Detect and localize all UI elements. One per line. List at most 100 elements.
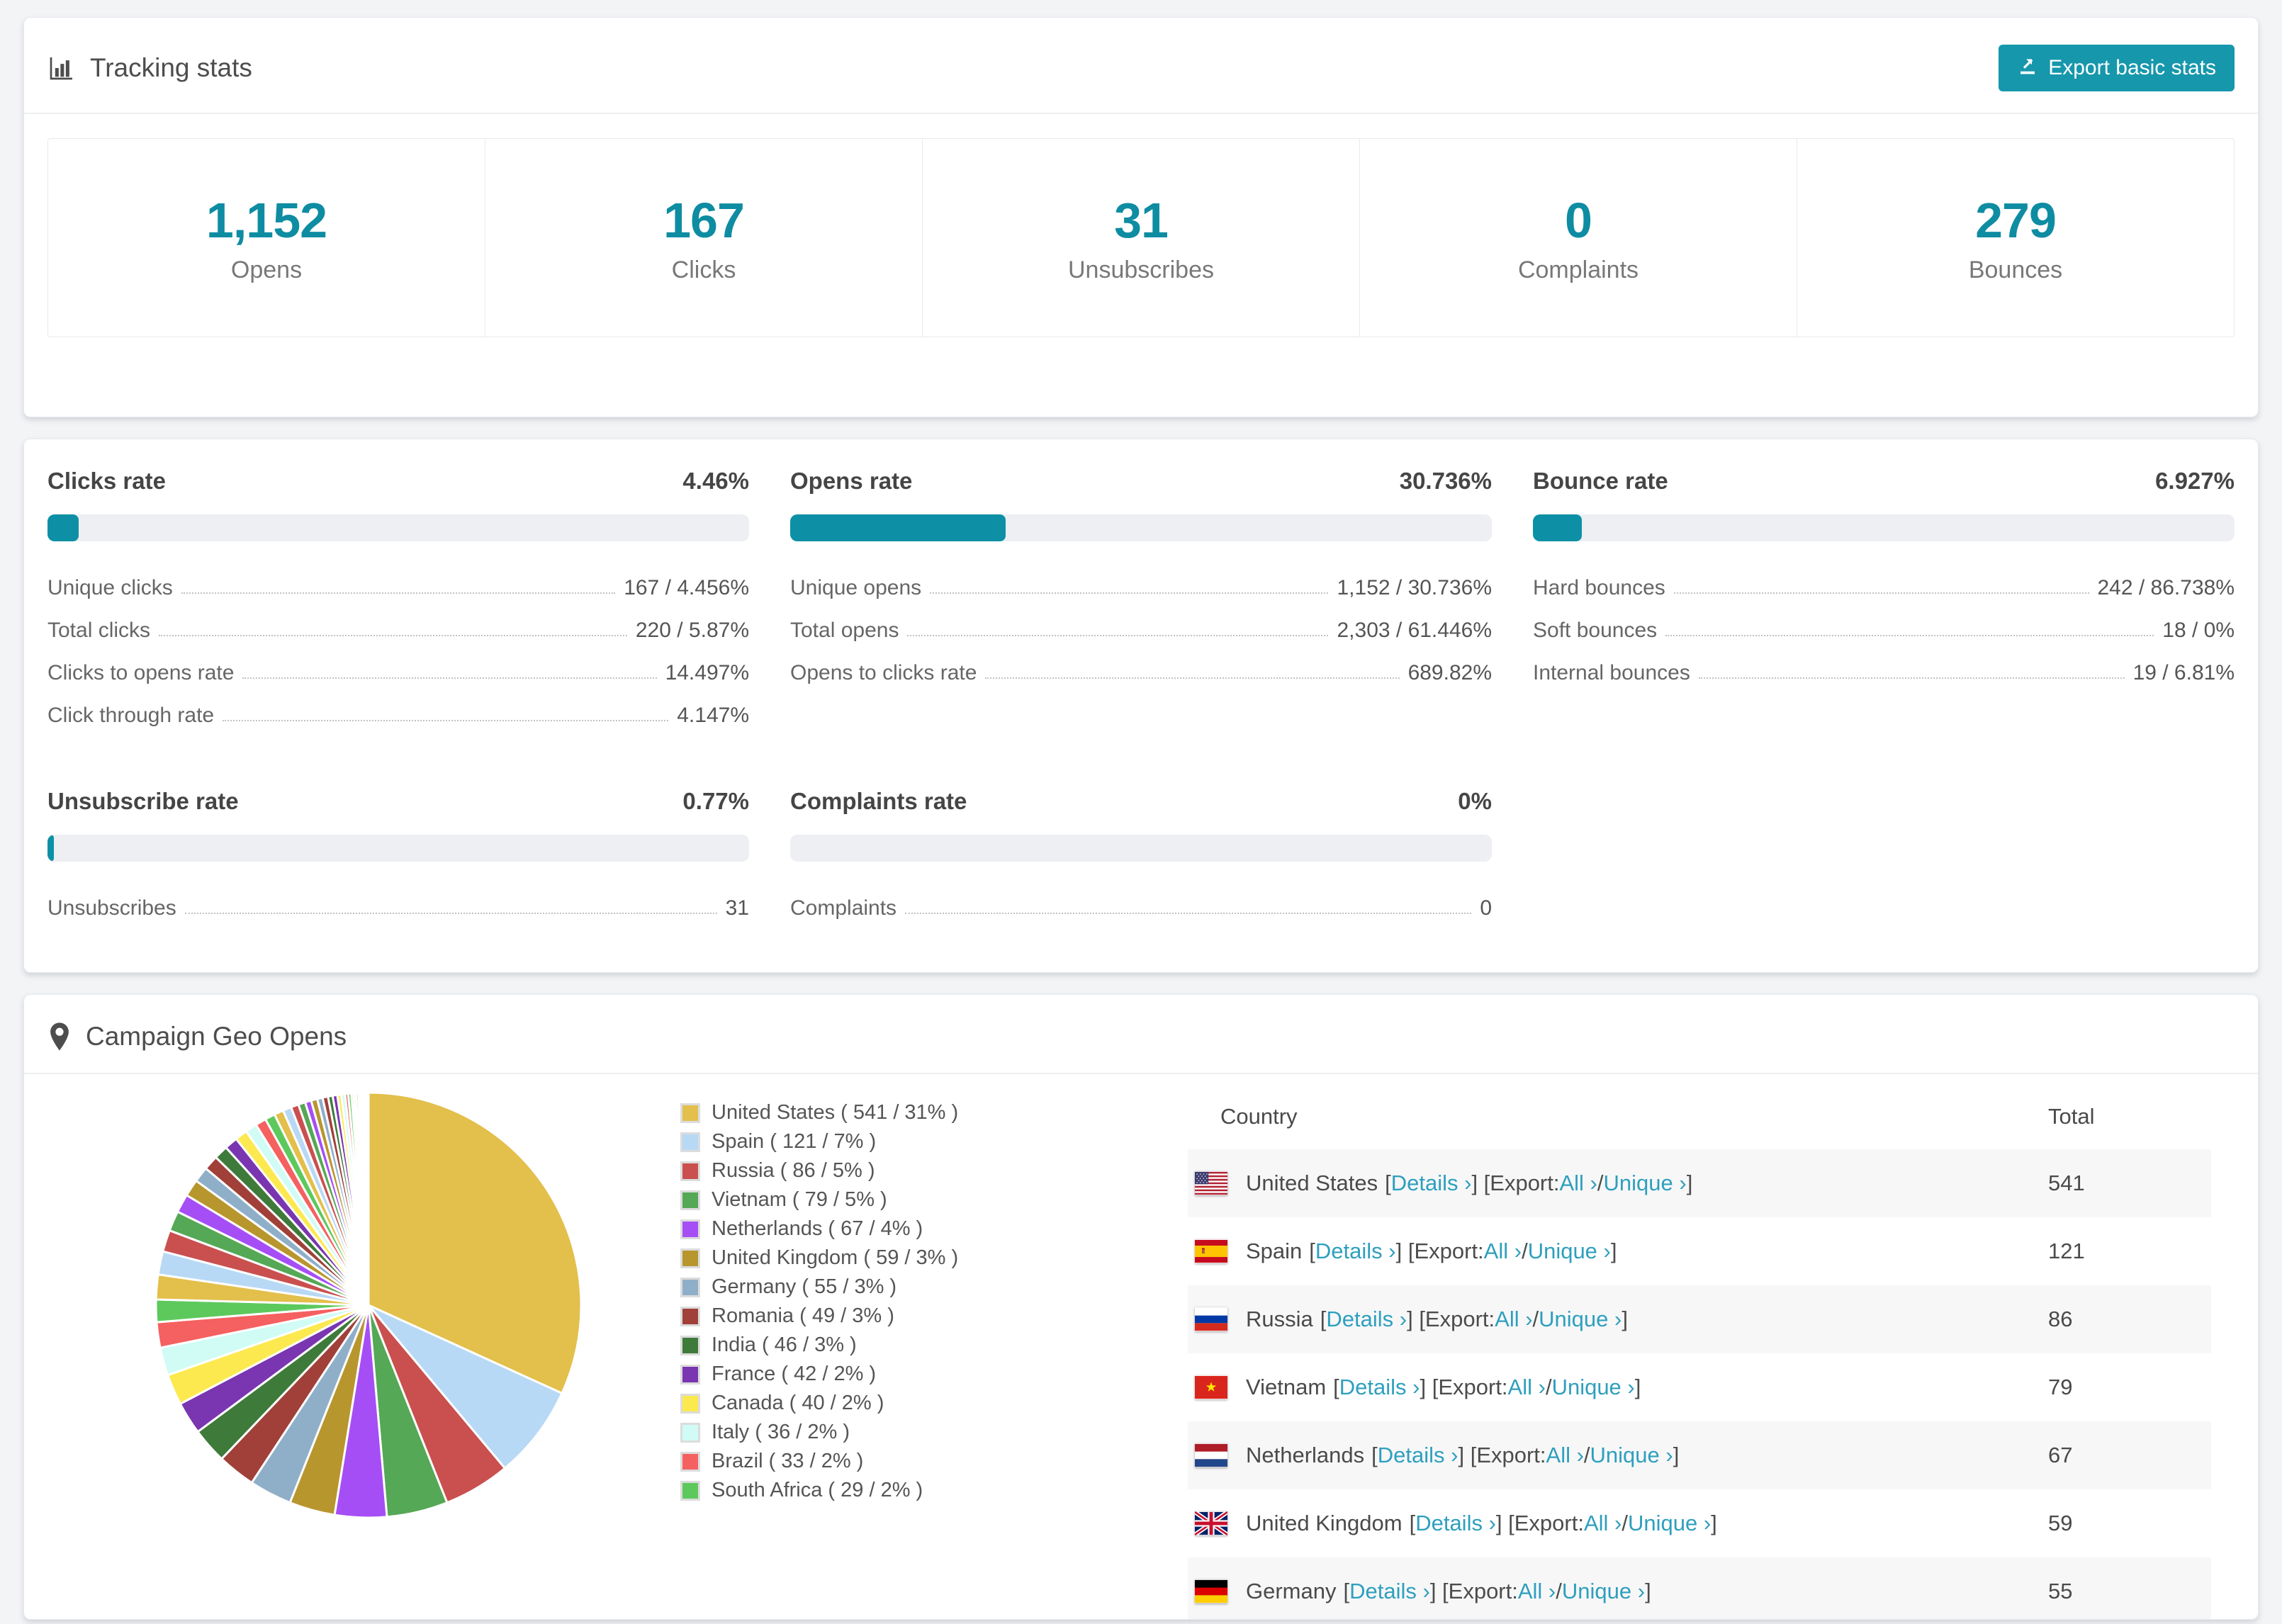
rate-value: 0.77% bbox=[682, 788, 749, 814]
export-unique-link[interactable]: Unique › bbox=[1590, 1443, 1673, 1468]
rate-value: 4.46% bbox=[682, 468, 749, 494]
dotted-leader bbox=[184, 913, 717, 914]
legend-item: Canada ( 40 / 2% ) bbox=[680, 1389, 1021, 1418]
country-flag-icon-nl bbox=[1195, 1443, 1227, 1467]
export-basic-stats-button[interactable]: Export basic stats bbox=[1999, 45, 2235, 91]
rate-title: Bounce rate bbox=[1533, 468, 1668, 494]
country-name: Russia bbox=[1246, 1307, 1313, 1331]
legend-label: Germany ( 55 / 3% ) bbox=[712, 1275, 897, 1298]
geo-table-header: Country Total bbox=[1188, 1084, 2211, 1149]
details-link[interactable]: Details › bbox=[1339, 1375, 1420, 1400]
rate-block-complaints-rate: Complaints rate 0% Complaints 0 bbox=[790, 788, 1492, 930]
legend-item: South Africa ( 29 / 2% ) bbox=[680, 1476, 1021, 1505]
country-name: Netherlands bbox=[1246, 1443, 1365, 1467]
rate-block-clicks-rate: Clicks rate 4.46% Unique clicks 167 / 4.456… bbox=[47, 468, 749, 737]
pie-legend: United States ( 541 / 31% ) Spain ( 121 /… bbox=[680, 1098, 1021, 1505]
legend-swatch bbox=[680, 1132, 700, 1152]
rate-block-bounce-rate: Bounce rate 6.927% Hard bounces 242 / 86.73… bbox=[1533, 468, 2235, 737]
export-all-link[interactable]: All › bbox=[1495, 1307, 1532, 1332]
export-unique-link[interactable]: Unique › bbox=[1604, 1171, 1687, 1196]
progress-bar bbox=[1533, 514, 2235, 541]
dotted-leader bbox=[181, 592, 616, 594]
progress-fill bbox=[1533, 514, 1582, 541]
export-all-link[interactable]: All › bbox=[1484, 1239, 1522, 1264]
table-row-russia: Russia[Details ›] [Export: All › / Uniqu… bbox=[1188, 1285, 2211, 1353]
legend-label: Vietnam ( 79 / 5% ) bbox=[712, 1188, 887, 1211]
legend-item: Germany ( 55 / 3% ) bbox=[680, 1273, 1021, 1302]
legend-label: Italy ( 36 / 2% ) bbox=[712, 1421, 850, 1443]
legend-swatch bbox=[680, 1364, 700, 1385]
export-icon bbox=[2017, 55, 2038, 81]
table-row-spain: Spain[Details ›] [Export: All › / Unique… bbox=[1188, 1217, 2211, 1285]
export-unique-link[interactable]: Unique › bbox=[1552, 1375, 1635, 1400]
dotted-leader bbox=[1665, 635, 2154, 636]
export-all-link[interactable]: All › bbox=[1584, 1511, 1621, 1536]
details-link[interactable]: Details › bbox=[1391, 1171, 1472, 1196]
legend-swatch bbox=[680, 1451, 700, 1472]
rate-row-value: 18 / 0% bbox=[2162, 619, 2235, 642]
stat-label: Opens bbox=[230, 256, 303, 283]
total-value: 121 bbox=[2048, 1239, 2085, 1263]
rates-card: Clicks rate 4.46% Unique clicks 167 / 4.456… bbox=[23, 439, 2259, 973]
legend-item: France ( 42 / 2% ) bbox=[680, 1360, 1021, 1389]
rate-row: Hard bounces 242 / 86.738% bbox=[1533, 567, 2235, 609]
rate-value: 0% bbox=[1458, 788, 1492, 814]
progress-bar bbox=[790, 514, 1492, 541]
details-link[interactable]: Details › bbox=[1315, 1239, 1396, 1264]
rate-row-value: 242 / 86.738% bbox=[2097, 576, 2235, 599]
dotted-leader bbox=[905, 913, 1472, 914]
geo-country-table: Country Total United States[Details ›] [… bbox=[1188, 1084, 2211, 1619]
legend-label: Brazil ( 33 / 2% ) bbox=[712, 1450, 864, 1472]
geo-opens-card: Campaign Geo Opens United States ( 541 /… bbox=[23, 994, 2259, 1620]
tracking-stats-header: Tracking stats Export basic stats bbox=[24, 18, 2258, 114]
details-link[interactable]: Details › bbox=[1349, 1579, 1430, 1604]
dotted-leader bbox=[1673, 592, 2089, 594]
stat-cell-unsubscribes: 31 Unsubscribes bbox=[923, 139, 1360, 337]
export-unique-link[interactable]: Unique › bbox=[1562, 1579, 1645, 1604]
export-unique-link[interactable]: Unique › bbox=[1539, 1307, 1621, 1332]
rate-row: Unique clicks 167 / 4.456% bbox=[47, 567, 749, 609]
legend-label: France ( 42 / 2% ) bbox=[712, 1363, 877, 1385]
tracking-stats-title: Tracking stats bbox=[47, 53, 252, 83]
rate-row-label: Total clicks bbox=[47, 619, 151, 642]
export-all-link[interactable]: All › bbox=[1508, 1375, 1546, 1400]
details-link[interactable]: Details › bbox=[1326, 1307, 1407, 1332]
export-all-link[interactable]: All › bbox=[1559, 1171, 1597, 1196]
rate-row-value: 31 bbox=[725, 896, 749, 920]
tracking-stats-card: Tracking stats Export basic stats 1,152 O… bbox=[23, 17, 2259, 417]
progress-fill bbox=[47, 514, 79, 541]
rate-block-unsubscribe-rate: Unsubscribe rate 0.77% Unsubscribes 31 bbox=[47, 788, 749, 930]
geo-pie-chart bbox=[149, 1086, 588, 1525]
dotted-leader bbox=[1698, 677, 2125, 679]
export-unique-link[interactable]: Unique › bbox=[1528, 1239, 1611, 1264]
rate-row-label: Soft bounces bbox=[1533, 619, 1658, 642]
rate-row-value: 14.497% bbox=[665, 661, 749, 684]
rate-title: Unsubscribe rate bbox=[47, 788, 239, 814]
export-all-link[interactable]: All › bbox=[1546, 1443, 1584, 1468]
legend-swatch bbox=[680, 1248, 700, 1268]
progress-bar bbox=[47, 835, 749, 862]
rate-row-value: 689.82% bbox=[1407, 661, 1492, 684]
rate-row-value: 0 bbox=[1480, 896, 1492, 920]
rate-value: 6.927% bbox=[2155, 468, 2235, 494]
rate-row: Internal bounces 19 / 6.81% bbox=[1533, 652, 2235, 694]
campaign-overview-page: Tracking stats Export basic stats 1,152 O… bbox=[0, 0, 2282, 1620]
legend-swatch bbox=[680, 1306, 700, 1326]
rate-row-label: Total opens bbox=[790, 619, 899, 642]
dotted-leader bbox=[907, 635, 1329, 636]
details-link[interactable]: Details › bbox=[1415, 1511, 1496, 1536]
stat-value: 167 bbox=[663, 193, 745, 248]
rate-row-label: Internal bounces bbox=[1533, 661, 1690, 684]
export-unique-link[interactable]: Unique › bbox=[1628, 1511, 1711, 1536]
rate-row: Unsubscribes 31 bbox=[47, 887, 749, 930]
rate-row-label: Click through rate bbox=[47, 704, 215, 727]
rate-row-label: Unique opens bbox=[790, 576, 922, 599]
table-row-netherlands: Netherlands[Details ›] [Export: All › / … bbox=[1188, 1421, 2211, 1489]
export-all-link[interactable]: All › bbox=[1518, 1579, 1556, 1604]
rate-row-label: Unsubscribes bbox=[47, 896, 176, 920]
rate-row: Click through rate 4.147% bbox=[47, 694, 749, 737]
details-link[interactable]: Details › bbox=[1378, 1443, 1458, 1468]
geo-opens-title: Campaign Geo Opens bbox=[47, 1022, 347, 1051]
rate-row: Opens to clicks rate 689.82% bbox=[790, 652, 1492, 694]
country-flag-icon-gb bbox=[1195, 1511, 1227, 1535]
